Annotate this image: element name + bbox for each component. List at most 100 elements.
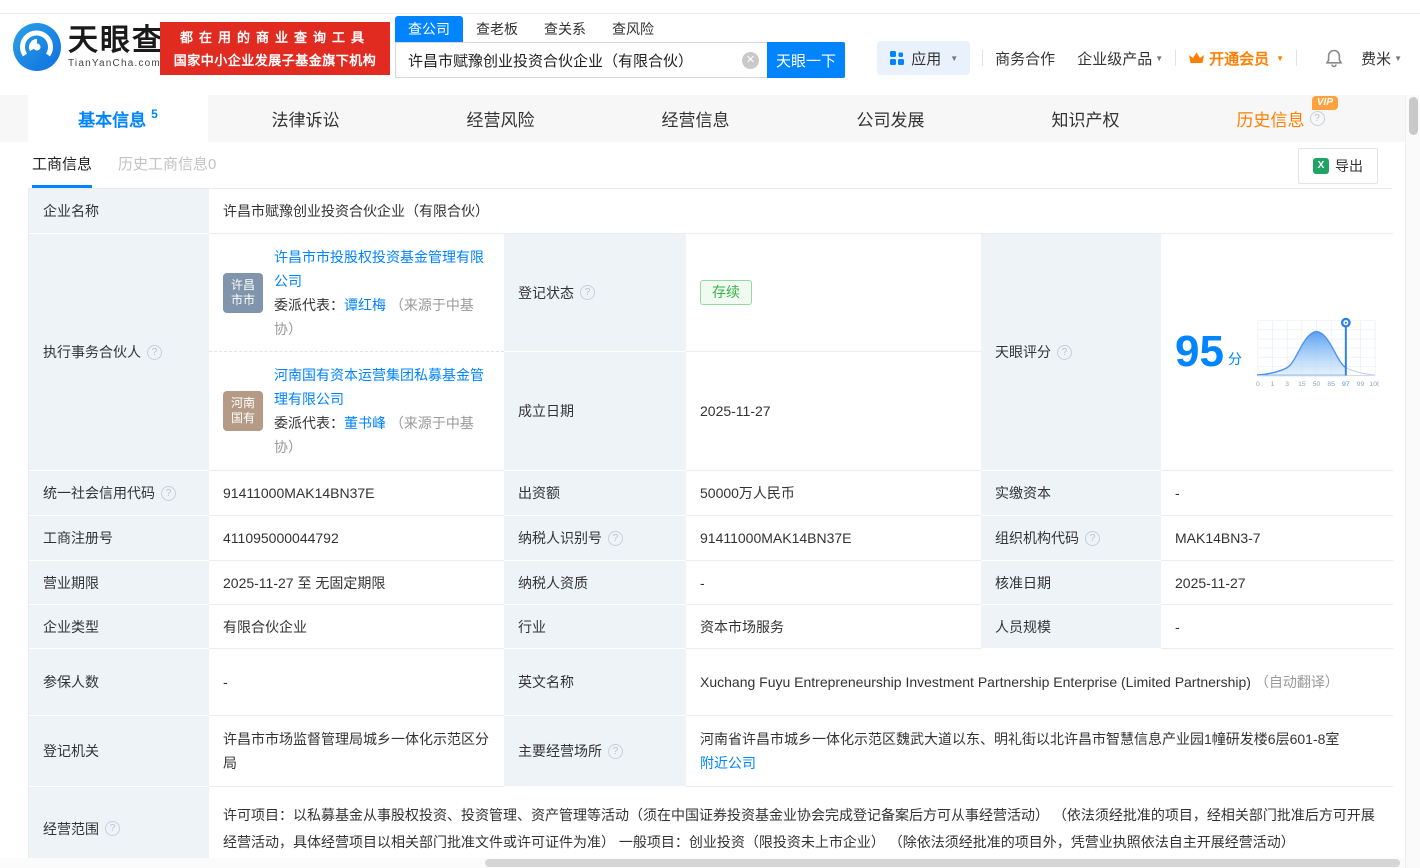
score-unit: 分 [1227,351,1242,367]
credit-code-label: 统一社会信用代码 ? [29,471,209,516]
banner-line1: 都在用的商业查询工具 [179,29,370,45]
logo-text: 天眼查 TianYanCha.com [68,24,164,70]
english-name-label: 英文名称 [504,649,686,716]
company-name-label: 企业名称 [29,189,209,234]
partners-label: 执行事务合伙人 ? [29,234,209,471]
tianyan-score-value: 95 分 0 1 3 15 50 85 97 99 10 [1161,234,1393,471]
tianyancha-company-page: 天眼查 TianYanCha.com 都在用的商业查询工具 国家中小企业发展子基… [0,0,1420,868]
capital-label: 出资额 [504,471,686,516]
nav-divider [982,50,984,66]
help-icon[interactable]: ? [1085,530,1100,546]
horizontal-scrollbar[interactable] [0,858,1405,868]
svg-text:97: 97 [1342,381,1350,388]
status-badge: 存续 [700,280,752,305]
industry-value: 资本市场服务 [686,605,981,649]
vip-badge: VIP [1311,96,1338,110]
svg-text:15: 15 [1298,381,1306,388]
tab-company-development[interactable]: 公司发展 [793,95,988,142]
tab-operating-risk[interactable]: 经营风险 [403,95,598,142]
industry-label: 行业 [504,605,686,649]
representative-link[interactable]: 董书峰 [344,415,386,431]
business-term-value: 2025-11-27 至 无固定期限 [209,561,504,605]
partner-company-link[interactable]: 河南国有资本运营集团私募基金管理有限公司 [274,367,484,407]
registration-status-value: 存续 [686,234,981,352]
org-code-label: 组织机构代码 ? [981,516,1161,561]
export-label: 导出 [1335,158,1363,174]
tab-intellectual-property[interactable]: 知识产权 [988,95,1183,142]
vertical-scrollbar[interactable] [1405,95,1420,868]
help-icon[interactable]: ? [1309,111,1325,126]
rep-prefix: 委派代表： [274,296,344,313]
search-tab-relation[interactable]: 查关系 [531,16,599,42]
help-icon[interactable]: ? [580,285,595,300]
address-value: 河南省许昌市城乡一体化示范区魏武大道以东、明礼街以北许昌市智慧信息产业园1幢研发… [686,716,1393,787]
svg-text:0: 0 [1256,381,1260,388]
header: 天眼查 TianYanCha.com 都在用的商业查询工具 国家中小企业发展子基… [0,14,1420,95]
tab-history-info[interactable]: VIP 历史信息 ? [1183,95,1378,142]
search-tab-company[interactable]: 查公司 [395,16,463,42]
english-name-value: Xuchang Fuyu Entrepreneurship Investment… [686,649,1393,716]
taxpayer-id-label: 纳税人识别号 ? [504,516,686,561]
company-type-label: 企业类型 [29,605,209,649]
svg-text:100: 100 [1369,381,1379,388]
partner-row-2: 河南 国有 河南国有资本运营集团私募基金管理有限公司 委派代表：董书峰 （来源于… [209,352,504,471]
tab-legal[interactable]: 法律诉讼 [208,95,403,142]
registration-status-label: 登记状态 ? [504,234,686,352]
help-icon[interactable]: ? [105,821,120,836]
avatar: 许昌 市市 [223,272,263,313]
tab-basic-info[interactable]: 基本信息 5 [28,95,208,142]
subtab-business-info[interactable]: 工商信息 [32,153,93,188]
help-icon[interactable]: ? [161,485,176,501]
apps-menu[interactable]: 应用 ▼ [877,41,971,75]
notification-bell-icon[interactable] [1325,49,1343,68]
paid-capital-label: 实缴资本 [981,471,1161,516]
auto-translate-note: （自动翻译） [1254,674,1339,690]
horizontal-scrollbar-thumb[interactable] [485,859,1400,867]
help-icon[interactable]: ? [1057,344,1072,360]
clear-search-icon[interactable]: ✕ [742,51,759,69]
svg-text:3: 3 [1285,381,1289,388]
promo-banner: 都在用的商业查询工具 国家中小企业发展子基金旗下机构 [160,22,390,75]
user-menu[interactable]: 费米 ▼ [1361,48,1402,69]
export-button[interactable]: X 导出 [1298,148,1378,184]
representative-link[interactable]: 谭红梅 [344,297,386,313]
paid-capital-value: - [1161,471,1393,516]
avatar: 河南 国有 [223,391,263,431]
open-vip-button[interactable]: 开通会员 ▼ [1188,48,1284,69]
logo[interactable]: 天眼查 TianYanCha.com [12,22,164,72]
username: 费米 [1361,50,1392,68]
business-scope-label: 经营范围 ? [29,787,209,868]
search-input[interactable] [408,51,742,69]
search-tab-boss[interactable]: 查老板 [463,16,531,42]
staff-size-value: - [1161,605,1393,649]
address-label: 主要经营场所 ? [504,716,686,787]
logo-cn: 天眼查 [68,24,164,57]
credit-code-value: 91411000MAK14BN37E [209,471,504,516]
partner-company-link[interactable]: 许昌市市投股权投资基金管理有限公司 [274,249,484,289]
logo-en: TianYanCha.com [68,58,161,69]
nav-enterprise-products[interactable]: 企业级产品 ▼ [1077,48,1163,69]
nearby-companies-link[interactable]: 附近公司 [700,751,756,775]
tab-operating-info[interactable]: 经营信息 [598,95,793,142]
search-box: ✕ [395,42,767,78]
vertical-scrollbar-thumb[interactable] [1409,97,1418,135]
search-button[interactable]: 天眼一下 [767,42,845,78]
subtab-history-business-info[interactable]: 历史工商信息0 [118,153,216,174]
banner-line2: 国家中小企业发展子基金旗下机构 [173,52,377,68]
top-nav: 应用 ▼ 商务合作 企业级产品 ▼ 开通会员 ▼ 费米 ▼ [877,40,1402,76]
apps-grid-icon [890,51,905,65]
company-name-value: 许昌市赋豫创业投资合伙企业（有限合伙） [209,189,1393,234]
score-distribution-chart: 0 1 3 15 50 85 97 99 100 [1256,317,1379,388]
help-icon[interactable]: ? [147,344,162,360]
taxpayer-quality-value: - [686,561,981,605]
help-icon[interactable]: ? [608,743,623,759]
insured-count-value: - [209,649,504,716]
help-icon[interactable]: ? [608,530,623,546]
search-tab-risk[interactable]: 查风险 [599,16,667,42]
tianyan-score-label: 天眼评分 ? [981,234,1161,471]
nav-cooperation[interactable]: 商务合作 [995,48,1055,69]
taxpayer-id-value: 91411000MAK14BN37E [686,516,981,561]
nav-divider [1175,50,1177,66]
business-info-table: 企业名称 许昌市赋豫创业投资合伙企业（有限合伙） 执行事务合伙人 ? 许昌 市市… [28,188,1393,868]
approval-date-value: 2025-11-27 [1161,561,1393,605]
